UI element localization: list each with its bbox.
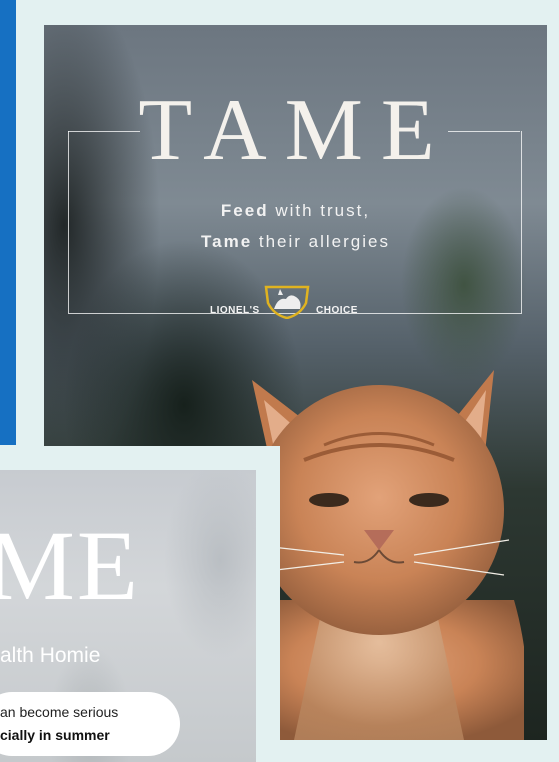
logo-text-left: LIONEL'S [210,305,260,316]
second-poster-subtitle: alth Homie [0,644,101,667]
tagline-line-2: Tame their allergies [44,232,547,252]
logo-text-right: CHOICE [316,305,358,316]
tagline-line-1: Feed with trust, [44,201,547,221]
tagline-line-1-rest: with trust, [268,201,371,220]
tagline-line-2-bold: Tame [201,232,253,251]
tagline-line-2-rest: their allergies [252,232,390,251]
info-pill-line-2: cially in summer [0,727,110,743]
poster-title: TAME [138,82,453,179]
cat-shield-icon [264,285,310,319]
second-poster-image: ME alth Homie an become serious cially i… [0,470,256,762]
info-pill-line-1: an become serious [0,704,119,720]
blue-accent-bar [0,0,16,445]
info-pill: an become serious cially in summer [0,692,180,756]
second-poster-title: ME [0,510,140,621]
second-poster-card: ME alth Homie an become serious cially i… [0,446,280,762]
lionels-choice-logo: LIONEL'S CHOICE [204,283,384,323]
tagline-line-1-bold: Feed [220,201,269,220]
